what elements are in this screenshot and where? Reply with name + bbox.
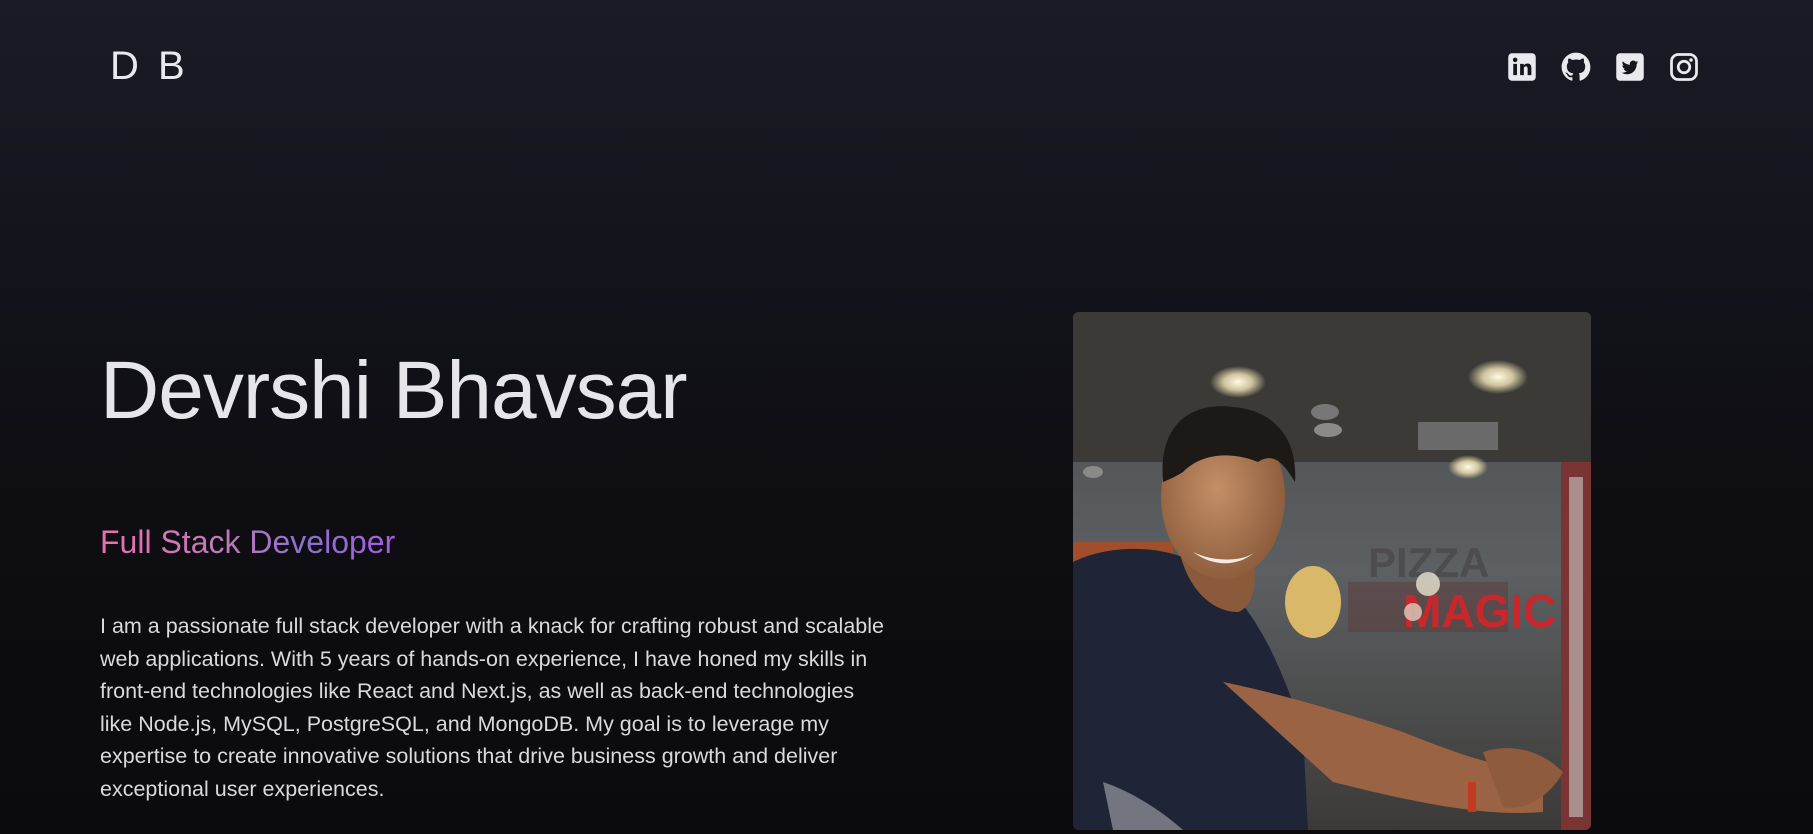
hero-role: Full Stack Developer <box>100 524 396 560</box>
linkedin-link[interactable] <box>1507 52 1537 82</box>
hero-name: Devrshi Bhavsar <box>100 345 688 436</box>
site-logo[interactable]: D B <box>110 44 189 89</box>
instagram-icon <box>1670 53 1698 81</box>
profile-photo: MAGIC PIZZA <box>1073 312 1591 830</box>
instagram-link[interactable] <box>1669 52 1699 82</box>
linkedin-icon <box>1508 53 1536 81</box>
social-links <box>1507 52 1699 82</box>
twitter-link[interactable] <box>1615 52 1645 82</box>
twitter-icon <box>1616 53 1644 81</box>
github-icon <box>1561 52 1591 81</box>
github-link[interactable] <box>1561 52 1591 82</box>
page: D B Devrshi Bhavsar Full Stack Developer… <box>0 0 1813 834</box>
hero-bio: I am a passionate full stack developer w… <box>100 614 884 801</box>
